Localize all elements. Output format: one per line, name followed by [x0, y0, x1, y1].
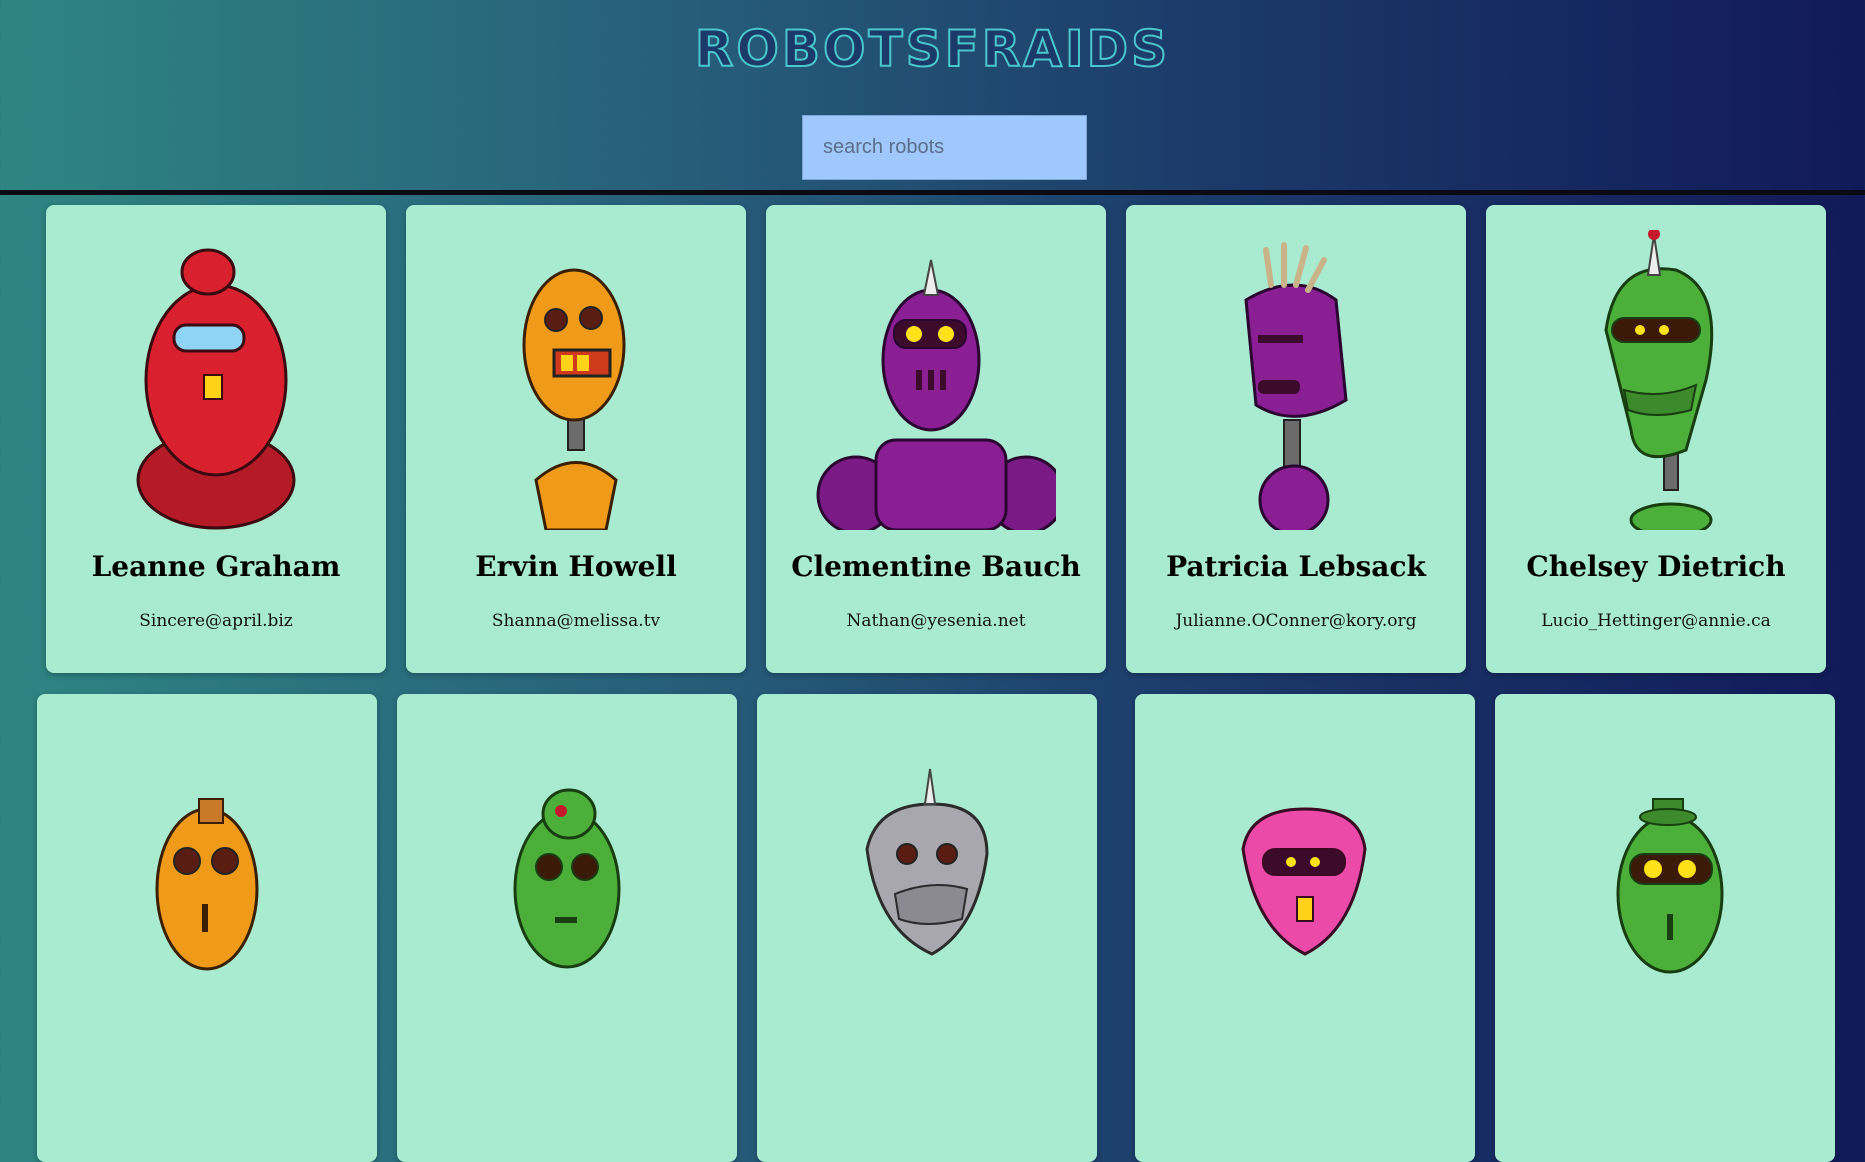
robot-avatar-icon — [1604, 230, 1714, 530]
robot-avatar-icon — [136, 248, 296, 530]
robot-card[interactable] — [1135, 694, 1475, 1162]
robot-email: Sincere@april.biz — [139, 611, 293, 631]
divider — [0, 190, 1865, 195]
robot-avatar-icon — [522, 268, 626, 530]
robot-email: Lucio_Hettinger@annie.ca — [1541, 611, 1771, 631]
robot-email: Julianne.OConner@kory.org — [1175, 611, 1417, 631]
robot-card[interactable]: Chelsey Dietrich Lucio_Hettinger@annie.c… — [1486, 205, 1826, 673]
robot-avatar-icon — [816, 259, 1056, 530]
robot-avatar-icon — [155, 798, 259, 971]
robot-email: Nathan@yesenia.net — [846, 611, 1026, 631]
robot-card[interactable] — [37, 694, 377, 1162]
robot-avatar-icon — [1241, 807, 1367, 956]
robot-avatar-icon — [1244, 242, 1348, 530]
robot-name: Clementine Bauch — [791, 550, 1081, 583]
robot-name: Patricia Lebsack — [1166, 550, 1426, 583]
robot-card[interactable]: Leanne Graham Sincere@april.biz — [46, 205, 386, 673]
robot-card[interactable] — [397, 694, 737, 1162]
header: ROBOTSFRAIDS — [0, 0, 1865, 190]
robot-card[interactable] — [1495, 694, 1835, 1162]
robot-name: Chelsey Dietrich — [1526, 550, 1786, 583]
robot-name: Ervin Howell — [475, 550, 677, 583]
robot-card[interactable]: Clementine Bauch Nathan@yesenia.net — [766, 205, 1106, 673]
robot-avatar-icon — [865, 768, 989, 956]
robot-name: Leanne Graham — [91, 550, 341, 583]
robot-card[interactable] — [757, 694, 1097, 1162]
robot-email: Shanna@melissa.tv — [491, 611, 661, 631]
robot-avatar-icon — [1616, 798, 1724, 974]
robot-avatar-icon — [513, 788, 621, 969]
robot-card[interactable]: Patricia Lebsack Julianne.OConner@kory.o… — [1126, 205, 1466, 673]
app-title: ROBOTSFRAIDS — [694, 19, 1171, 79]
search-input[interactable] — [802, 115, 1087, 180]
robot-card[interactable]: Ervin Howell Shanna@melissa.tv — [406, 205, 746, 673]
